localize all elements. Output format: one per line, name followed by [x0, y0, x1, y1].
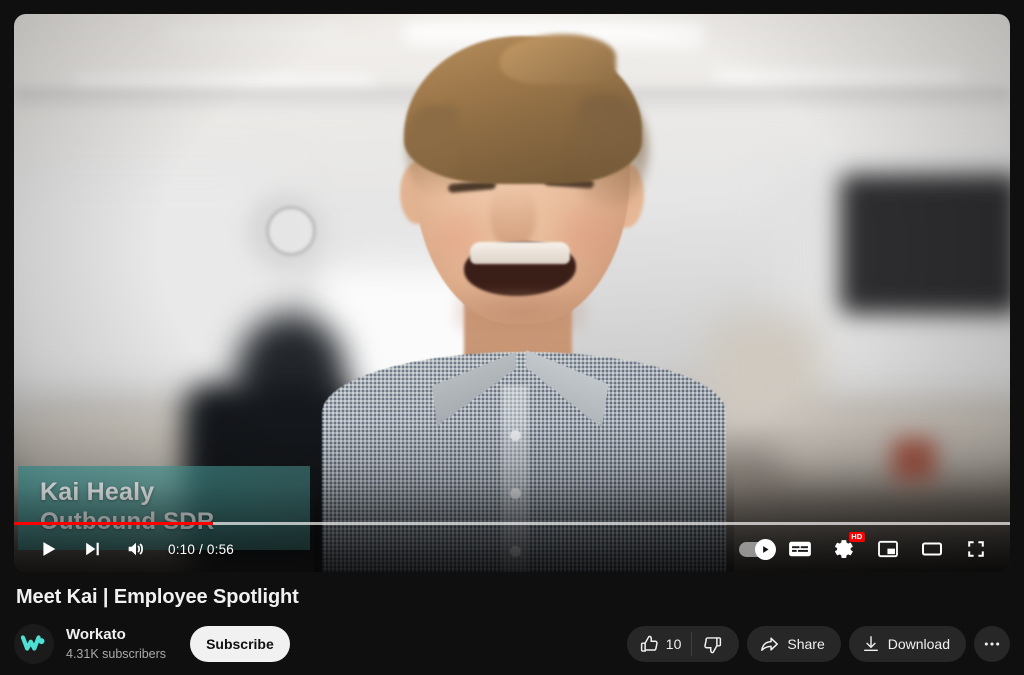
share-icon — [759, 634, 780, 655]
share-label: Share — [787, 636, 825, 652]
player-controls-left: 0:10 / 0:56 — [26, 527, 246, 571]
like-count: 10 — [665, 636, 682, 652]
dislike-button[interactable] — [694, 626, 737, 662]
video-subject — [314, 34, 734, 572]
video-player[interactable]: Kai Healy Outbound SDR — [14, 14, 1010, 572]
page-title: Meet Kai | Employee Spotlight — [16, 586, 299, 608]
background-object — [892, 438, 936, 482]
share-button[interactable]: Share — [747, 626, 841, 662]
caption-person-name: Kai Healy — [40, 478, 155, 506]
like-dislike-group[interactable]: 10 — [626, 626, 740, 662]
thumbs-up-icon[interactable] — [639, 634, 660, 655]
subtitles-button[interactable] — [778, 527, 822, 571]
subscribe-button[interactable]: Subscribe — [190, 626, 290, 662]
hd-badge: HD — [848, 532, 865, 542]
download-label: Download — [887, 636, 950, 652]
ceiling-light — [714, 70, 964, 85]
subject-shirt-button — [510, 430, 521, 441]
settings-button[interactable]: HD — [822, 527, 866, 571]
workato-logo-icon — [21, 635, 45, 651]
volume-button[interactable] — [114, 527, 158, 571]
thumbs-down-icon[interactable] — [702, 634, 723, 655]
theater-button[interactable] — [910, 527, 954, 571]
subject-nose — [490, 184, 536, 250]
autoplay-toggle[interactable] — [734, 527, 778, 571]
channel-name[interactable]: Workato — [66, 625, 166, 645]
subject-chin — [454, 290, 586, 334]
video-frame[interactable]: Kai Healy Outbound SDR — [14, 14, 1010, 572]
channel-block[interactable]: Workato 4.31K subscribers — [14, 624, 166, 664]
video-meta-row: Workato 4.31K subscribers Subscribe 10 S… — [14, 620, 1010, 668]
more-horizontal-icon — [982, 634, 1002, 654]
player-control-bar[interactable]: 0:10 / 0:56 HD — [14, 526, 1010, 572]
autoplay-knob — [755, 538, 776, 560]
play-button[interactable] — [26, 527, 70, 571]
video-actions: 10 Share Download — [626, 626, 1010, 662]
download-button[interactable]: Download — [848, 626, 966, 662]
wall-clock — [266, 206, 316, 256]
miniplayer-button[interactable] — [866, 527, 910, 571]
more-actions-button[interactable] — [974, 626, 1010, 662]
subject-teeth — [470, 242, 570, 264]
time-display: 0:10 / 0:56 — [168, 541, 235, 557]
fullscreen-button[interactable] — [954, 527, 998, 571]
avatar[interactable] — [14, 624, 54, 664]
download-icon — [861, 634, 881, 654]
progress-played — [14, 522, 214, 525]
autoplay-track — [739, 538, 776, 560]
progress-track[interactable] — [14, 522, 1010, 525]
next-button[interactable] — [70, 527, 114, 571]
player-controls-right: HD — [734, 527, 998, 571]
subject-hair-quiff — [500, 34, 616, 84]
background-monitor — [840, 174, 1010, 314]
action-divider — [691, 632, 693, 656]
subscriber-count: 4.31K subscribers — [66, 646, 167, 661]
channel-text: Workato 4.31K subscribers — [66, 625, 166, 663]
